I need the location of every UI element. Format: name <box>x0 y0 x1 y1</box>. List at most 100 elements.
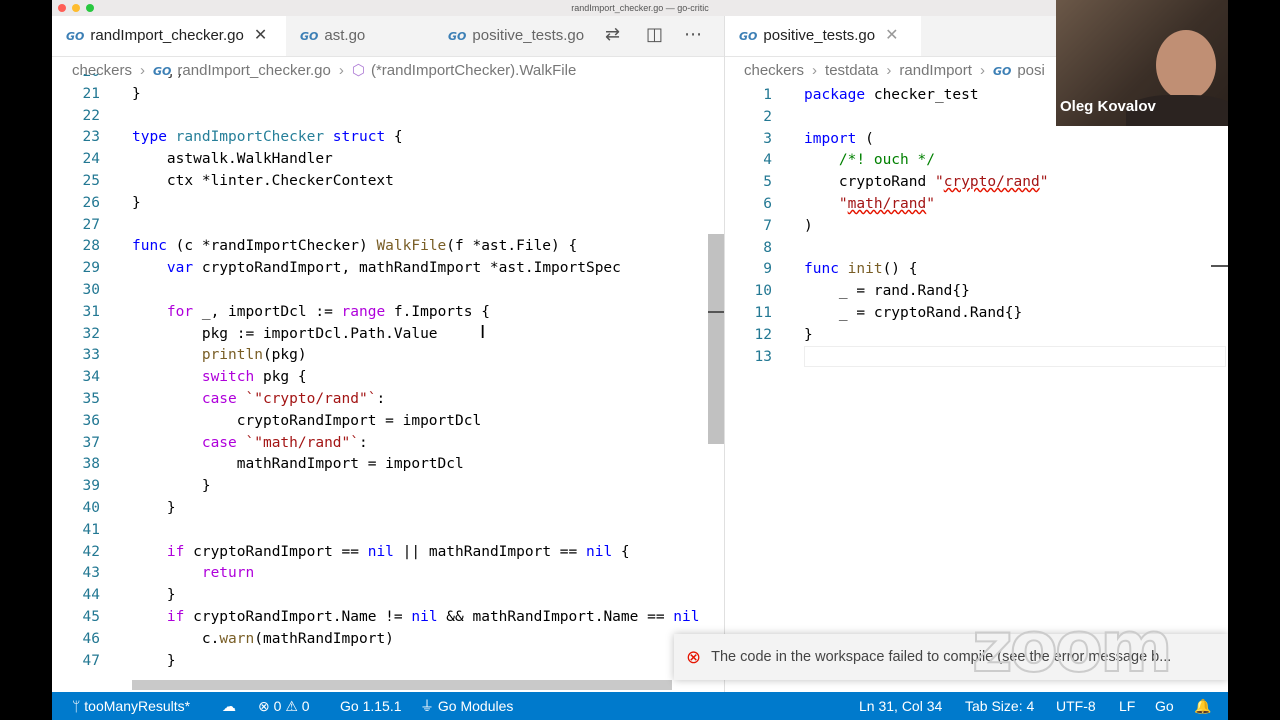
line-number: 23 <box>82 129 100 146</box>
go-modules-status[interactable]: ⏚ Go Modules <box>420 692 513 720</box>
vertical-scrollbar[interactable] <box>708 234 724 444</box>
sync-icon[interactable]: ☁ <box>222 692 236 720</box>
code-line[interactable]: 25 ctx *linter.CheckerContext <box>52 170 708 192</box>
code-line[interactable]: 31 for _, importDcl := range f.Imports { <box>52 301 708 323</box>
go-file-icon: GO <box>66 30 85 43</box>
code-line[interactable]: 26} <box>52 192 708 214</box>
close-tab-icon[interactable]: ✕ <box>254 27 267 44</box>
code-line[interactable]: 44 } <box>52 584 708 606</box>
encoding[interactable]: UTF-8 <box>1056 692 1096 720</box>
code-line[interactable]: 24 astwalk.WalkHandler <box>52 148 708 170</box>
code-line[interactable]: 36 cryptoRandImport = importDcl <box>52 410 708 432</box>
code-line[interactable]: 35 case `"crypto/rand"`: <box>52 388 708 410</box>
line-number: 11 <box>754 305 772 321</box>
code-line[interactable]: 45 if cryptoRandImport.Name != nil && ma… <box>52 606 708 628</box>
code-text: c.warn(mathRandImport) <box>132 630 394 647</box>
maximize-window-button[interactable] <box>86 4 94 12</box>
code-line[interactable]: 47 } <box>52 650 708 672</box>
close-tab-icon[interactable]: ✕ <box>885 27 898 44</box>
code-line[interactable]: 46 c.warn(mathRandImport) <box>52 628 708 650</box>
breadcrumb-item[interactable]: testdata <box>825 62 878 79</box>
cursor-position[interactable]: Ln 31, Col 34 <box>859 692 942 720</box>
breadcrumb-item[interactable]: posi <box>1017 62 1045 79</box>
close-window-button[interactable] <box>58 4 66 12</box>
line-number: 42 <box>82 543 100 560</box>
line-number: 20 <box>60 74 100 83</box>
code-line[interactable]: 33 println(pkg) <box>52 344 708 366</box>
problems-status[interactable]: ⊗ 0 ⚠ 0 <box>258 692 310 720</box>
horizontal-scrollbar[interactable] <box>132 680 672 690</box>
line-number: 35 <box>82 391 100 407</box>
line-number: 36 <box>82 412 100 429</box>
code-text: } <box>132 478 211 495</box>
code-line[interactable]: 21} <box>52 83 708 105</box>
code-line[interactable]: 7) <box>732 215 1226 237</box>
tab-ast-go[interactable]: GO ast.go <box>286 16 434 56</box>
line-number: 13 <box>754 348 772 365</box>
tab-positive-tests[interactable]: GO positive_tests.go <box>434 16 594 56</box>
open-changes-icon[interactable]: ⇄ <box>605 24 620 45</box>
code-line[interactable]: 43 return <box>52 562 708 584</box>
code-text: cryptoRand "crypto/rand" <box>804 174 1049 191</box>
git-branch-icon: ᛘ <box>72 698 85 714</box>
webcam-video: Oleg Kovalov <box>1056 0 1228 126</box>
code-line[interactable]: 4 /*! ouch */ <box>732 149 1226 171</box>
end-of-line[interactable]: LF <box>1119 692 1135 720</box>
current-line-highlight <box>804 346 1226 367</box>
code-line[interactable]: 8 <box>732 237 1226 259</box>
split-editor-icon[interactable]: ◫ <box>646 24 663 45</box>
notifications-bell-icon[interactable]: 🔔 <box>1194 692 1211 720</box>
code-line[interactable]: 39 } <box>52 475 708 497</box>
code-line[interactable]: 11 _ = cryptoRand.Rand{} <box>732 302 1226 324</box>
code-text: func init() { <box>804 261 918 278</box>
line-number: 32 <box>82 325 100 342</box>
code-text: } <box>132 194 141 211</box>
left-tab-bar: GO randImport_checker.go ✕ GO ast.go GO posi… <box>52 16 724 57</box>
minimize-window-button[interactable] <box>72 4 80 12</box>
left-code-editor[interactable]: 20 })21}2223type randImportChecker struc… <box>52 74 708 692</box>
code-line[interactable]: 41 <box>52 519 708 541</box>
code-text: if cryptoRandImport.Name != nil && mathR… <box>166 609 700 625</box>
code-line[interactable]: 32 pkg := importDcl.Path.Value <box>52 323 708 345</box>
code-line[interactable]: 30 <box>52 279 708 301</box>
code-text: if cryptoRandImport == nil || mathRandIm… <box>166 543 630 560</box>
code-line[interactable]: 20 }) <box>52 74 708 83</box>
code-line[interactable]: 34 switch pkg { <box>52 366 708 388</box>
branch-status[interactable]: ᛘ tooManyResults* <box>72 692 190 720</box>
code-line[interactable]: 3 import ( <box>732 128 1226 150</box>
breadcrumb-item[interactable]: randImport <box>899 62 972 79</box>
go-version[interactable]: Go 1.15.1 <box>340 692 402 720</box>
code-text: import ( <box>804 130 874 147</box>
line-number: 7 <box>763 217 772 234</box>
code-line[interactable]: 37 case `"math/rand"`: <box>52 432 708 454</box>
code-line[interactable]: 28 func (c *randImportChecker) WalkFile(f… <box>52 235 708 257</box>
code-text: pkg := importDcl.Path.Value <box>132 325 438 342</box>
code-line[interactable]: 29 var cryptoRandImport, mathRandImport … <box>52 257 708 279</box>
code-line[interactable]: 12} <box>732 324 1226 346</box>
code-line[interactable]: 38 mathRandImport = importDcl <box>52 453 708 475</box>
tab-randimport-checker[interactable]: GO randImport_checker.go ✕ <box>52 16 286 56</box>
tab-positive-tests-right[interactable]: GO positive_tests.go ✕ <box>725 16 921 56</box>
code-text: println(pkg) <box>201 347 307 364</box>
line-number: 10 <box>754 283 772 300</box>
code-line[interactable]: 27 <box>52 214 708 236</box>
code-line[interactable]: 23 type randImportChecker struct { <box>52 126 708 148</box>
line-number: 40 <box>82 500 100 516</box>
tab-size[interactable]: Tab Size: 4 <box>965 692 1034 720</box>
code-line[interactable]: 42 if cryptoRandImport == nil || mathRan… <box>52 541 708 563</box>
code-line[interactable]: 9 func init() { <box>732 258 1226 280</box>
line-number: 3 <box>763 130 772 147</box>
breadcrumb-item[interactable]: checkers <box>744 62 804 79</box>
code-text: _ = cryptoRand.Rand{} <box>804 305 1023 321</box>
language-mode[interactable]: Go <box>1155 692 1174 720</box>
code-line[interactable]: 22 <box>52 105 708 127</box>
code-line[interactable]: 5 cryptoRand "crypto/rand" <box>732 171 1226 193</box>
code-line[interactable]: 6 "math/rand" <box>732 193 1226 215</box>
editor-group-divider[interactable] <box>724 16 725 692</box>
code-line[interactable]: 40 } <box>52 497 708 519</box>
right-code-editor[interactable]: 1 package checker_test 2 3 import (4 /*! ouc… <box>732 83 1226 383</box>
code-line[interactable]: 10 _ = rand.Rand{} <box>732 280 1226 302</box>
line-number: 1 <box>763 87 772 103</box>
more-actions-icon[interactable]: ⋯ <box>684 24 702 45</box>
line-number: 47 <box>82 652 100 669</box>
